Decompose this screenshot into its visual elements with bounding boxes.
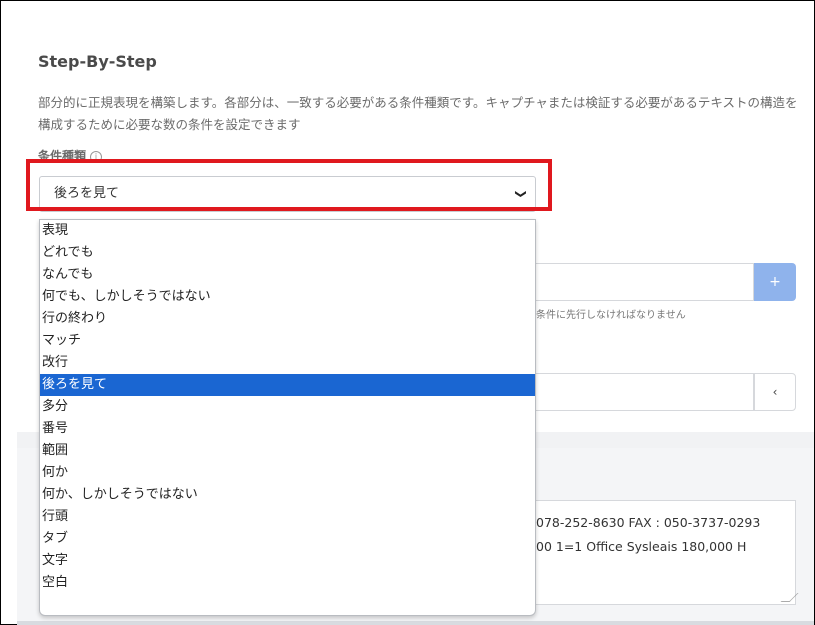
chevron-left-button[interactable]: ‹ [754, 373, 796, 411]
section-description: 部分的に正規表現を構築します。各部分は、一致する必要がある条件種類です。キャプチ… [38, 95, 798, 132]
dropdown-option[interactable]: 表現 [40, 220, 535, 242]
dropdown-option[interactable]: マッチ [40, 330, 535, 352]
dropdown-option[interactable]: 行の終わり [40, 308, 535, 330]
highlight-box [26, 159, 552, 211]
dropdown-option[interactable]: 何か、しかしそうではない [40, 484, 535, 506]
lookbehind-input[interactable] [536, 373, 754, 411]
sample-line-2: 00 1=1 Office Sysleais 180,000 H [536, 539, 747, 554]
dropdown-option[interactable]: 空白 [40, 572, 535, 594]
condition-type-dropdown: 表現 どれでも なんでも 何でも、しかしそうではない 行の終わり マッチ 改行 後ろを見て 多分… [39, 219, 536, 616]
dropdown-option[interactable]: 多分 [40, 396, 535, 418]
dropdown-option[interactable]: 何か [40, 462, 535, 484]
dropdown-option[interactable]: 何でも、しかしそうではない [40, 286, 535, 308]
dropdown-option[interactable]: タブ [40, 528, 535, 550]
dropdown-option[interactable]: どれでも [40, 242, 535, 264]
dropdown-option[interactable]: 後ろを見て [40, 374, 535, 396]
dropdown-option[interactable]: 文字 [40, 550, 535, 572]
condition-input[interactable] [536, 263, 754, 301]
section-title: Step-By-Step [38, 52, 157, 71]
dropdown-option[interactable]: なんでも [40, 264, 535, 286]
sample-textarea[interactable]: 078-252-8630 FAX : 050-3737-0293 00 1=1 … [536, 500, 796, 605]
bottom-edge [17, 621, 814, 625]
sample-line-1: 078-252-8630 FAX : 050-3737-0293 [536, 515, 761, 530]
dropdown-option[interactable]: 番号 [40, 418, 535, 440]
hint-text: 条件に先行しなければなりません [536, 310, 686, 321]
dropdown-option[interactable]: 改行 [40, 352, 535, 374]
dropdown-option[interactable]: 範囲 [40, 440, 535, 462]
dropdown-option[interactable]: 行頭 [40, 506, 535, 528]
add-condition-button[interactable]: + [754, 263, 796, 301]
